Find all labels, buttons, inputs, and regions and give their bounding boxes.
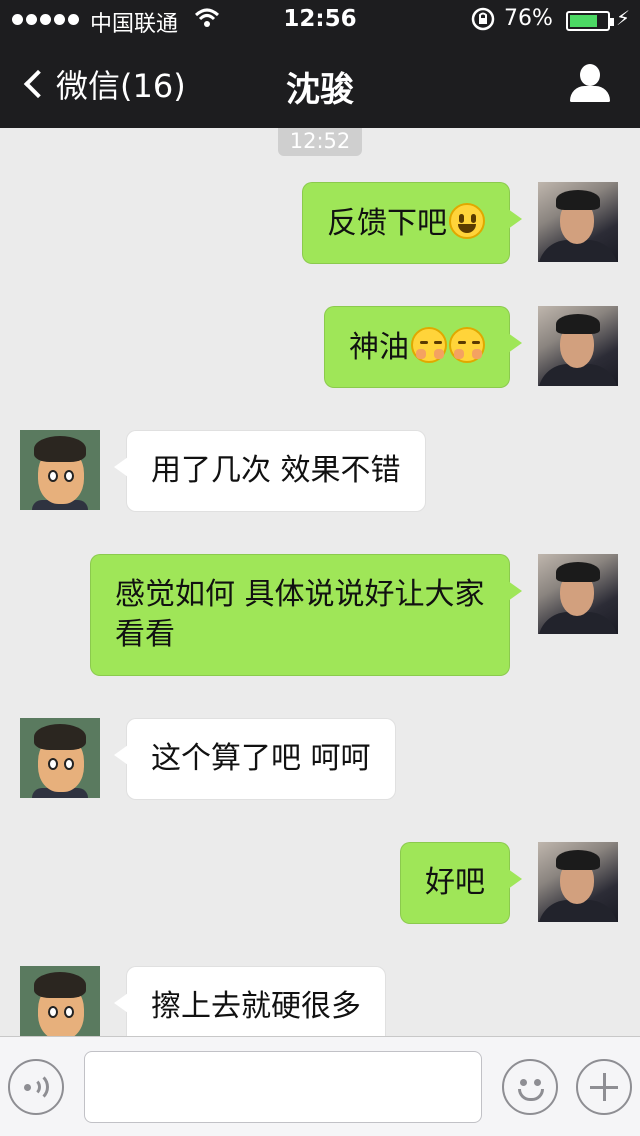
avatar-me[interactable] (538, 182, 618, 262)
smiley-emoji-icon (449, 203, 485, 239)
chat-area[interactable]: 12:52 反馈下吧 神油 用了几次 效果不错 感觉如何 具体说说好让大家看看 … (0, 128, 640, 1036)
message-text: 神油 (349, 330, 409, 365)
message-bubble-incoming[interactable]: 用了几次 效果不错 (114, 430, 426, 512)
battery-icon (566, 11, 614, 31)
chat-title: 沈骏 (286, 70, 354, 110)
avatar-contact[interactable] (20, 718, 100, 798)
profile-icon[interactable] (570, 64, 610, 102)
message-bubble-outgoing[interactable]: 感觉如何 具体说说好让大家看看 (90, 554, 522, 676)
message-input[interactable] (84, 1051, 482, 1123)
message-text: 用了几次 效果不错 (151, 453, 401, 488)
avatar-me[interactable] (538, 554, 618, 634)
battery-percent: 76% (504, 6, 553, 31)
message-text: 感觉如何 具体说说好让大家看看 (115, 577, 485, 652)
message-text: 反馈下吧 (327, 206, 447, 241)
charging-bolt-icon: ⚡ (616, 6, 631, 30)
message-bubble-outgoing[interactable]: 神油 (324, 306, 522, 388)
avatar-contact[interactable] (20, 430, 100, 510)
plus-icon[interactable] (576, 1059, 632, 1115)
message-bubble-outgoing[interactable]: 反馈下吧 (302, 182, 522, 264)
avatar-me[interactable] (538, 306, 618, 386)
top-bar: 中国联通 12:56 76% ⚡ 微信(16) 沈骏 (0, 0, 640, 128)
input-bar (0, 1036, 640, 1136)
message-text: 擦上去就硬很多 (151, 989, 361, 1024)
avatar-me[interactable] (538, 842, 618, 922)
avatar-contact[interactable] (20, 966, 100, 1036)
message-bubble-incoming[interactable]: 这个算了吧 呵呵 (114, 718, 396, 800)
message-text: 这个算了吧 呵呵 (151, 741, 371, 776)
voice-icon[interactable] (8, 1059, 64, 1115)
message-bubble-incoming[interactable]: 擦上去就硬很多 (114, 966, 386, 1036)
chat-timestamp: 12:52 (278, 128, 362, 156)
message-text: 好吧 (425, 865, 485, 900)
status-bar: 中国联通 12:56 76% ⚡ (0, 0, 640, 40)
blush-emoji-icon (411, 327, 447, 363)
emoji-icon[interactable] (502, 1059, 558, 1115)
orientation-lock-icon (470, 6, 496, 38)
blush-emoji-icon (449, 327, 485, 363)
message-bubble-outgoing[interactable]: 好吧 (400, 842, 522, 924)
